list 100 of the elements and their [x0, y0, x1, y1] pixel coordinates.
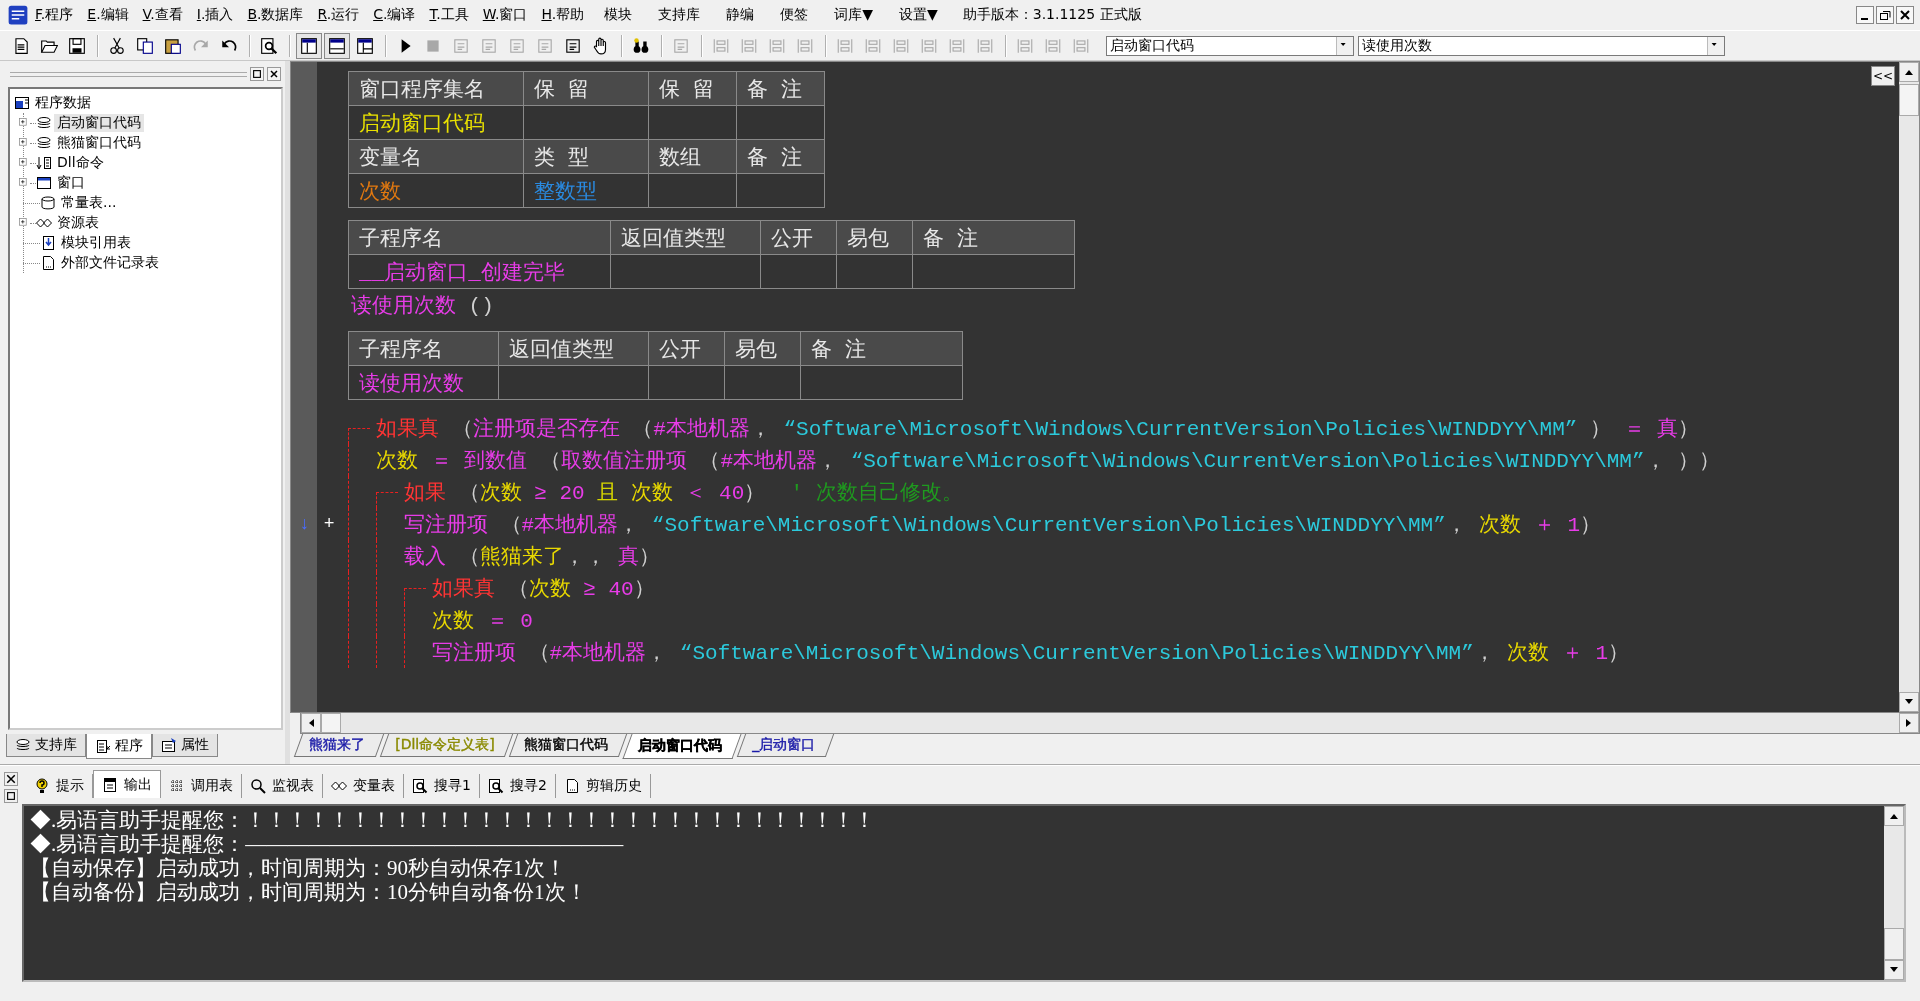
panel-tab[interactable]: 变量表: [323, 774, 404, 798]
dot-grid-icon: [169, 778, 185, 794]
vertical-scrollbar[interactable]: [1884, 806, 1904, 980]
tree-item[interactable]: 启动窗口代码: [54, 114, 144, 132]
menu-item[interactable]: T.工具: [422, 4, 476, 26]
window-layout-icon[interactable]: [356, 36, 374, 55]
horizontal-scrollbar[interactable]: [300, 713, 1920, 735]
copy-icon[interactable]: [136, 36, 154, 55]
tree-item[interactable]: 程序数据: [32, 94, 94, 112]
application-icon: [14, 95, 30, 111]
menu-item[interactable]: 词库▼: [821, 4, 886, 26]
tree-item[interactable]: Dll命令: [54, 154, 107, 172]
column-header: 备 注: [800, 331, 963, 366]
panel-tab[interactable]: 剪辑历史: [555, 774, 651, 798]
expand-icon[interactable]: [19, 177, 30, 189]
column-header: 公开: [760, 220, 837, 255]
binoculars-icon[interactable]: [632, 36, 650, 55]
scrollbar-thumb[interactable]: [1899, 84, 1919, 116]
database-icon: [40, 195, 56, 211]
menu-item[interactable]: 设置▼: [885, 4, 951, 26]
menu-item[interactable]: 支持库: [645, 4, 714, 26]
panel-tab[interactable]: 调用表: [161, 774, 242, 798]
column-header: 备 注: [912, 220, 1075, 255]
tree-item[interactable]: 模块引用表: [58, 234, 134, 252]
expand-icon[interactable]: [19, 157, 30, 169]
menu-item[interactable]: I.插入: [189, 4, 241, 26]
expand-icon[interactable]: [19, 217, 30, 229]
dropdown-field[interactable]: 读使用次数: [1358, 35, 1725, 56]
code-line: 如果真 （次数 ≥ 40）: [432, 576, 655, 602]
magnifier-icon: [250, 778, 266, 794]
menu-item[interactable]: R.运行: [310, 4, 367, 26]
scrollbar-thumb[interactable]: [321, 713, 341, 734]
version-label: 助手版本：3.1.1125 正式版: [961, 5, 1143, 24]
menu-item[interactable]: V.查看: [135, 4, 190, 26]
minimize-icon[interactable]: [1856, 6, 1874, 24]
editor-tab[interactable]: _启动窗口: [737, 734, 835, 758]
output-line: ◆.易语言助手提醒您：！！！！！！！！！！！！！！！！！！！！！！！！！！！！！！: [30, 808, 876, 832]
menu-item[interactable]: C.编译: [366, 4, 423, 26]
right-arrow-icon: [1906, 719, 1912, 728]
column-header: 易包: [836, 220, 913, 255]
tree-item[interactable]: 熊猫窗口代码: [54, 134, 144, 152]
restore-icon[interactable]: [1876, 6, 1894, 24]
vertical-scrollbar[interactable]: [1899, 62, 1919, 713]
panel-tab[interactable]: 属性: [152, 734, 218, 757]
expand-icon[interactable]: [19, 137, 30, 149]
column-header: 类 型: [523, 139, 649, 174]
table-cell: 整数型: [523, 173, 649, 208]
close-icon[interactable]: [1896, 6, 1914, 24]
scissors-icon[interactable]: [108, 36, 126, 55]
expand-icon[interactable]: [19, 117, 30, 129]
close-icon[interactable]: [267, 67, 281, 81]
window-layout-icon[interactable]: [300, 36, 318, 55]
page-magnifier-icon[interactable]: [260, 36, 278, 55]
menu-item[interactable]: F.程序: [28, 4, 81, 26]
down-arrow-icon: [1890, 967, 1898, 973]
code-line: 次数 ＝ 0: [432, 609, 533, 634]
stacked-disks-icon: [36, 115, 52, 131]
restore-icon[interactable]: [250, 67, 264, 81]
column-header: 数组: [648, 139, 737, 174]
panel-tab[interactable]: 搜寻2: [479, 774, 556, 798]
panel-tab[interactable]: 监视表: [242, 774, 323, 798]
editor-tab[interactable]: 熊猫窗口代码: [509, 734, 628, 758]
column-header: 窗口程序集名: [348, 71, 524, 106]
menu-item[interactable]: W.窗口: [475, 4, 535, 26]
editor-tab[interactable]: 熊猫来了: [293, 734, 385, 758]
menu-item[interactable]: E.编辑: [80, 4, 136, 26]
column-header: 备 注: [736, 71, 825, 106]
tree-item[interactable]: 常量表...: [58, 194, 120, 212]
code-line: 如果真 （注册项是否存在 （#本地机器， “Software\Microsoft\Windows\CurrentVersion\Policies\WINDDYY\MM” ） ＝ 真）: [376, 416, 1700, 442]
panel-tab[interactable]: 输出: [93, 770, 161, 798]
clipboard-icon[interactable]: [164, 36, 182, 55]
table-cell: __启动窗口_创建完毕: [348, 254, 611, 289]
tree-item[interactable]: 窗口: [54, 174, 88, 192]
document-icon[interactable]: [12, 36, 30, 55]
panel-tab[interactable]: 支持库: [6, 734, 86, 757]
page-magnifier-icon: [412, 778, 428, 794]
window-layout-icon[interactable]: [328, 36, 346, 55]
stacked-disks-icon: [36, 135, 52, 151]
editor-tab[interactable]: 启动窗口代码: [622, 734, 743, 760]
code-editor[interactable]: [291, 62, 1899, 713]
gutter-mark[interactable]: +: [323, 514, 335, 534]
list-box-icon[interactable]: [564, 36, 582, 55]
column-header: 返回值类型: [498, 331, 649, 366]
panel-tab[interactable]: 搜寻1: [404, 774, 480, 798]
tree-item[interactable]: 外部文件记录表: [58, 254, 162, 272]
panel-tab[interactable]: 程序: [86, 734, 152, 759]
close-icon[interactable]: [4, 772, 18, 786]
menu-item[interactable]: 便签: [767, 4, 822, 26]
menu-item[interactable]: 模块: [591, 4, 646, 26]
up-arrow-icon: [1905, 69, 1913, 75]
arrow-list-icon: [36, 155, 52, 171]
menu-item[interactable]: H.帮助: [534, 4, 592, 26]
output-line: 【自动备份】启动成功，时间周期为：10分钟自动备份1次！: [30, 880, 587, 904]
scrollbar-thumb[interactable]: [1884, 928, 1904, 960]
tree-item[interactable]: 资源表: [54, 214, 102, 232]
menu-item[interactable]: B.数据库: [240, 4, 311, 26]
menu-item[interactable]: 静编: [713, 4, 768, 26]
restore-icon[interactable]: [4, 789, 18, 803]
collapse-button[interactable]: <<: [1871, 66, 1895, 86]
dropdown-field[interactable]: 启动窗口代码: [1106, 35, 1354, 56]
